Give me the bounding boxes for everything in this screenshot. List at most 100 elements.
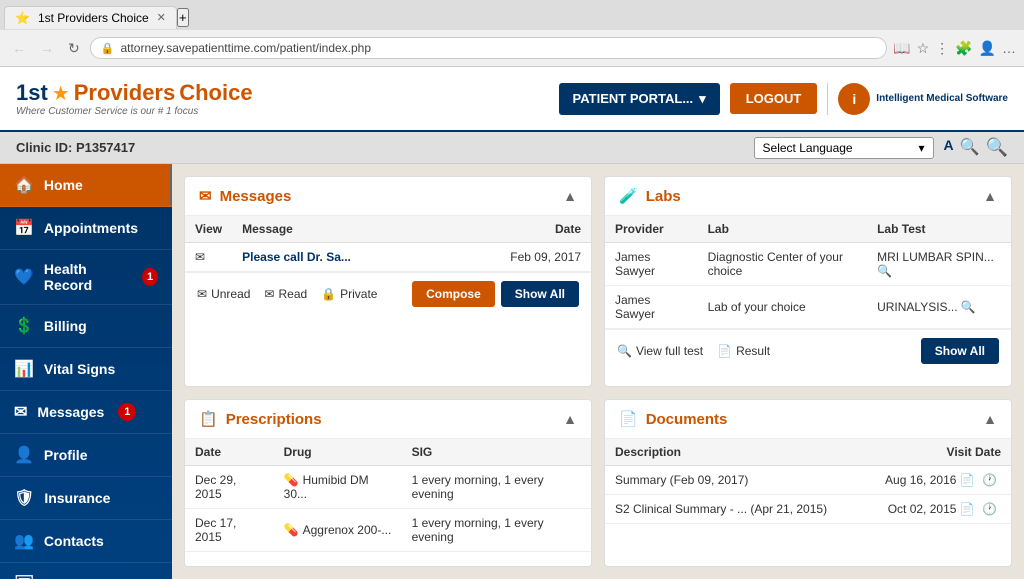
sidebar-item-home[interactable]: 🏠 Home ‹: [0, 164, 172, 207]
new-tab-btn[interactable]: +: [177, 8, 189, 27]
refresh-btn[interactable]: ↻: [64, 38, 84, 59]
extensions-btn[interactable]: 🧩: [955, 40, 972, 57]
logout-btn[interactable]: LOGOUT: [730, 83, 818, 114]
menu-btn[interactable]: ⋮: [935, 40, 949, 57]
table-row: Dec 29, 2015 💊Humibid DM 30... 1 every m…: [185, 466, 591, 509]
ims-text: Intelligent Medical Software: [876, 92, 1008, 105]
result-label: Result: [736, 344, 770, 358]
doc-view-icon[interactable]: 🕐: [982, 473, 997, 487]
text-size-icon[interactable]: A: [944, 137, 954, 158]
sidebar: 🏠 Home ‹ 📅 Appointments 💙 Health Record …: [0, 164, 172, 579]
profile-btn[interactable]: 👤: [979, 40, 996, 57]
accessibility-icons: A 🔍 🔍: [944, 137, 1008, 158]
search-icon-2[interactable]: 🔍: [986, 137, 1008, 158]
labs-col-labtest: Lab Test: [867, 216, 1011, 243]
bookmarks-btn[interactable]: 📖: [893, 40, 910, 57]
compose-btn[interactable]: Compose: [412, 281, 495, 307]
table-row: ✉ Please call Dr. Sa... Feb 09, 2017: [185, 243, 591, 272]
sidebar-item-insurance[interactable]: 🛡 Insurance: [0, 477, 172, 520]
logo-providers: Providers: [74, 80, 176, 106]
msg-message[interactable]: Please call Dr. Sa...: [232, 243, 443, 272]
prescriptions-collapse-btn[interactable]: ▲: [563, 411, 577, 427]
messages-show-all-btn[interactable]: Show All: [501, 281, 579, 307]
sidebar-item-photos[interactable]: 🖼 Photos: [0, 563, 172, 579]
lab-search-icon[interactable]: 🔍: [961, 300, 976, 314]
sidebar-item-messages[interactable]: ✉ Messages 1: [0, 391, 172, 434]
lock-icon: 🔒: [321, 287, 336, 301]
messages-collapse-btn[interactable]: ▲: [563, 188, 577, 204]
lock-icon: 🔒: [101, 42, 115, 55]
doc-download-icon[interactable]: 📄: [960, 502, 975, 516]
labs-footer-links: 🔍 View full test 📄 Result: [617, 344, 770, 358]
logo-main: 1st ★ Providers Choice: [16, 80, 253, 106]
lab-test: URINALYSIS... 🔍: [867, 286, 1011, 329]
messages-footer-filters: ✉ Unread ✉ Read 🔒 Private: [197, 287, 377, 301]
documents-title-icon: 📄: [619, 410, 638, 428]
doc-view-icon[interactable]: 🕐: [982, 502, 997, 516]
msg-view-icon: ✉: [185, 243, 232, 272]
lab-search-icon[interactable]: 🔍: [877, 264, 892, 278]
back-btn[interactable]: ←: [8, 38, 30, 58]
star-btn[interactable]: ☆: [917, 40, 930, 57]
logo-1st: 1st: [16, 80, 48, 106]
url-text: attorney.savepatienttime.com/patient/ind…: [120, 41, 371, 55]
search-icon-1[interactable]: 🔍: [960, 137, 980, 158]
labs-table: Provider Lab Lab Test James Sawyer Diagn…: [605, 216, 1011, 329]
address-bar[interactable]: 🔒 attorney.savepatienttime.com/patient/i…: [90, 37, 887, 59]
sidebar-collapse-btn[interactable]: ‹: [170, 165, 172, 205]
sidebar-item-vital-signs[interactable]: 📊 Vital Signs: [0, 348, 172, 391]
rx-date: Dec 29, 2015: [185, 466, 274, 509]
sidebar-item-profile[interactable]: 👤 Profile: [0, 434, 172, 477]
lab-provider: James Sawyer: [605, 286, 698, 329]
sidebar-item-contacts[interactable]: 👥 Contacts: [0, 520, 172, 563]
sidebar-item-appointments[interactable]: 📅 Appointments: [0, 207, 172, 250]
rx-sig: 1 every morning, 1 every evening: [402, 466, 591, 509]
active-tab[interactable]: ⭐ 1st Providers Choice ✕: [4, 6, 177, 29]
forward-btn[interactable]: →: [36, 38, 58, 58]
private-filter[interactable]: 🔒 Private: [321, 287, 377, 301]
result-link[interactable]: 📄 Result: [717, 344, 770, 358]
patient-portal-btn[interactable]: PATIENT PORTAL... ▾: [559, 83, 720, 115]
prescriptions-card-title: 📋 Prescriptions: [199, 410, 322, 428]
docs-col-description: Description: [605, 439, 861, 466]
tab-close-btn[interactable]: ✕: [157, 11, 166, 24]
logo-tagline: Where Customer Service is our # 1 focus: [16, 106, 253, 117]
sidebar-item-label: Home: [44, 177, 83, 193]
documents-collapse-btn[interactable]: ▲: [983, 411, 997, 427]
sidebar-item-billing[interactable]: 💲 Billing: [0, 305, 172, 348]
labs-title-icon: 🧪: [619, 187, 638, 205]
read-filter[interactable]: ✉ Read: [264, 287, 307, 301]
logo-choice: Choice: [179, 80, 252, 106]
documents-card-header: 📄 Documents ▲: [605, 400, 1011, 439]
labs-collapse-btn[interactable]: ▲: [983, 188, 997, 204]
photos-icon: 🖼: [14, 574, 34, 579]
rx-col-sig: SIG: [402, 439, 591, 466]
unread-filter[interactable]: ✉ Unread: [197, 287, 250, 301]
more-btn[interactable]: …: [1002, 40, 1016, 56]
sidebar-item-label: Health Record: [44, 261, 128, 293]
prescriptions-card: 📋 Prescriptions ▲ Date Drug SIG Dec 29, …: [184, 399, 592, 567]
portal-dropdown-icon: ▾: [699, 91, 706, 107]
prescriptions-card-header: 📋 Prescriptions ▲: [185, 400, 591, 439]
labs-card: 🧪 Labs ▲ Provider Lab Lab Test James Saw…: [604, 176, 1012, 387]
table-row: James Sawyer Lab of your choice URINALYS…: [605, 286, 1011, 329]
sidebar-item-label: Profile: [44, 447, 88, 463]
billing-icon: 💲: [14, 316, 34, 336]
search-icon: 🔍: [617, 344, 632, 358]
sidebar-item-label: Vital Signs: [44, 361, 115, 377]
table-row: S2 Clinical Summary - ... (Apr 21, 2015)…: [605, 495, 1011, 524]
language-select[interactable]: Select Language ▾: [754, 137, 934, 159]
insurance-icon: 🛡: [14, 488, 34, 508]
read-label: Read: [278, 287, 307, 301]
doc-download-icon[interactable]: 📄: [960, 473, 975, 487]
lab-name: Diagnostic Center of your choice: [698, 243, 868, 286]
doc-description: Summary (Feb 09, 2017): [605, 466, 861, 495]
labs-show-all-btn[interactable]: Show All: [921, 338, 999, 364]
lab-test: MRI LUMBAR SPIN... 🔍: [867, 243, 1011, 286]
messages-card: ✉ Messages ▲ View Message Date ✉ Please …: [184, 176, 592, 387]
vital-signs-icon: 📊: [14, 359, 34, 379]
table-row: Summary (Feb 09, 2017) Aug 16, 2016 📄 🕐: [605, 466, 1011, 495]
labs-col-lab: Lab: [698, 216, 868, 243]
sidebar-item-health-record[interactable]: 💙 Health Record 1: [0, 250, 172, 305]
view-full-test-link[interactable]: 🔍 View full test: [617, 344, 703, 358]
